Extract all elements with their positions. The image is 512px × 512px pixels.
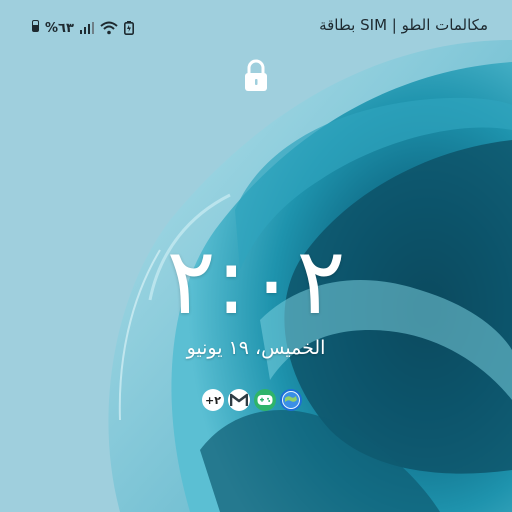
signal-icon xyxy=(79,22,94,34)
carrier-label: مكالمات الطو | SIM بطاقة xyxy=(319,16,488,34)
status-icons: %٦٣ xyxy=(32,19,134,37)
status-bar: %٦٣ مكالمات الطو | SIM بطاقة xyxy=(0,0,512,40)
lock-screen-date: الخميس، ١٩ يونيو xyxy=(186,337,326,359)
battery-level: %٦٣ xyxy=(45,20,74,36)
game-controller-icon[interactable] xyxy=(254,389,276,411)
battery-saver-icon xyxy=(123,21,134,35)
gmail-icon[interactable] xyxy=(228,389,250,411)
lock-icon[interactable] xyxy=(243,58,269,94)
notification-icons[interactable]: +٢ xyxy=(202,388,302,412)
wifi-icon xyxy=(100,21,118,35)
more-notifications-badge[interactable]: +٢ xyxy=(202,389,224,411)
battery-icon xyxy=(32,20,39,36)
globe-app-icon[interactable] xyxy=(280,389,302,411)
lock-screen-clock: ٢:٠٢ xyxy=(166,228,346,335)
